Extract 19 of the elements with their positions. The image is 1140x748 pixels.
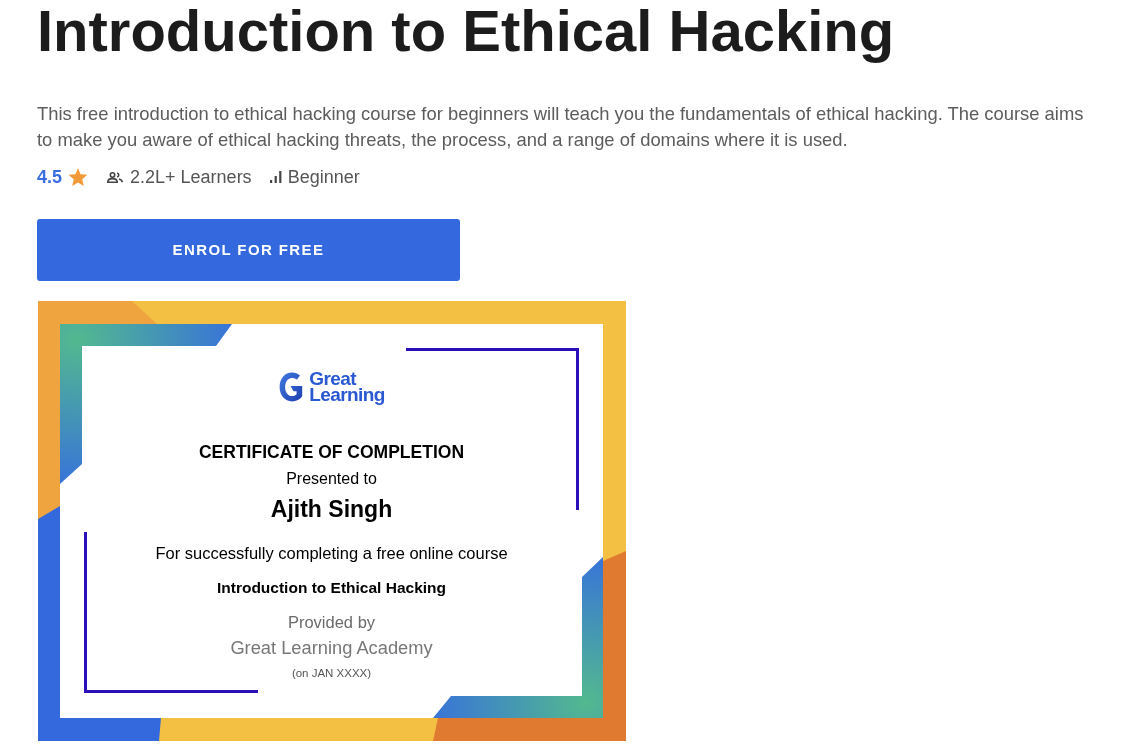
provided-by-text: Provided by xyxy=(287,612,376,632)
people-icon xyxy=(107,171,124,183)
logo-text: Learning xyxy=(309,386,385,403)
certificate-course-name: Introduction to Ethical Hacking xyxy=(216,578,447,598)
learners-count: 2.2L+ Learners xyxy=(130,165,252,189)
course-level: Beginner xyxy=(287,165,360,189)
level-bars-icon xyxy=(269,171,282,183)
rating-value: 4.5 xyxy=(37,165,63,189)
star-icon xyxy=(68,167,89,187)
certificate-heading: CERTIFICATE OF COMPLETION xyxy=(198,442,465,462)
completion-statement: For successfully completing a free online course xyxy=(155,543,508,563)
course-description: This free introduction to ethical hacking course for beginners will teach you the fundamentals of ethical hacking. The course aims to make you aware of ethical hacking threats, the process, and a range of domains where it is used. xyxy=(37,102,1085,152)
certificate-date: (on JAN XXXX) xyxy=(291,666,372,680)
g-logo-icon xyxy=(278,370,305,403)
logo-text: Great xyxy=(309,370,356,387)
provider-name: Great Learning Academy xyxy=(230,637,433,659)
presented-to-text: Presented to xyxy=(286,469,377,489)
enrol-button[interactable]: ENROL FOR FREE xyxy=(37,219,460,281)
recipient-name: Ajith Singh xyxy=(270,495,393,523)
